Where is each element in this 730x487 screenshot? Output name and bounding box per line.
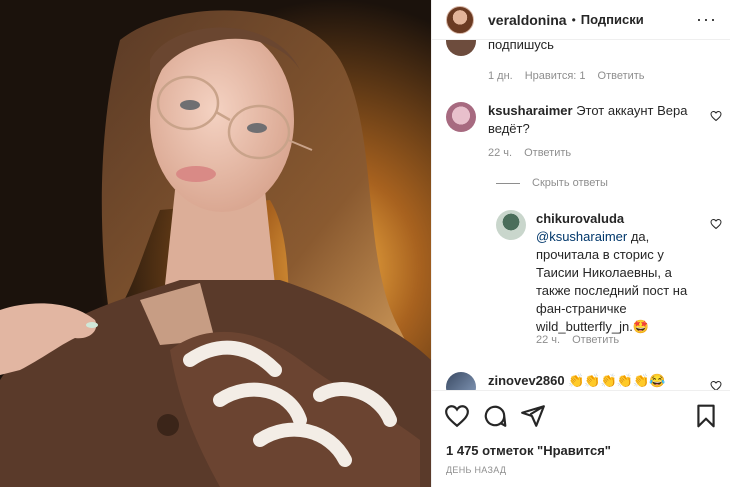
comment-body: zinovev2860 👏👏👏👏👏😂 <box>488 372 703 390</box>
hide-replies-button[interactable]: Скрыть ответы <box>496 177 608 189</box>
more-options-icon[interactable]: ··· <box>696 9 717 30</box>
reply-body: chikurovaluda @ksusharaimer да, прочитал… <box>536 210 704 336</box>
comment-avatar[interactable] <box>446 372 476 390</box>
like-comment-heart-icon[interactable] <box>710 110 722 122</box>
comment-icon[interactable] <box>482 403 508 429</box>
post-date[interactable]: ДЕНЬ НАЗАД <box>446 465 506 475</box>
share-icon[interactable] <box>520 403 546 429</box>
comment-username[interactable]: zinovev2860 <box>488 373 565 388</box>
heart-icon[interactable] <box>444 403 470 429</box>
following-button[interactable]: Подписки <box>581 12 644 27</box>
author-username[interactable]: veraldonina <box>488 12 567 28</box>
comment-likes-count[interactable]: Нравится: 1 <box>525 70 586 82</box>
author-avatar[interactable] <box>446 5 474 34</box>
likes-count[interactable]: 1 475 отметок "Нравится" <box>446 443 611 458</box>
post-header: veraldonina • Подписки ··· <box>432 0 730 40</box>
comment-time: 1 дн. <box>488 70 513 82</box>
reply-emoji: 🤩 <box>632 319 650 334</box>
reply-meta: 22 ч. Ответить <box>536 334 619 346</box>
post-viewer: veraldonina • Подписки ··· подпишусь 1 д… <box>0 0 730 487</box>
post-actions-bar <box>432 390 730 440</box>
reply-button[interactable]: Ответить <box>598 70 645 82</box>
reply-mention[interactable]: @ksusharaimer <box>536 229 627 244</box>
reply-button[interactable]: Ответить <box>572 334 619 346</box>
comment-avatar[interactable] <box>446 40 476 56</box>
reply-username[interactable]: chikurovaluda <box>536 211 624 226</box>
comment-username[interactable]: ksusharaimer <box>488 103 573 118</box>
portrait-image <box>0 0 431 487</box>
separator-dot: • <box>571 12 576 27</box>
reply-avatar[interactable] <box>496 210 526 240</box>
reply-text: да, прочитала в сторис у Таисии Николаев… <box>536 229 688 334</box>
comment-time: 22 ч. <box>488 147 513 159</box>
like-reply-heart-icon[interactable] <box>710 218 722 230</box>
comment-meta: 22 ч. Ответить <box>488 147 571 159</box>
post-photo[interactable] <box>0 0 431 487</box>
bookmark-icon[interactable] <box>693 403 719 429</box>
comment-body: ksusharaimer Этот аккаунт Вера ведёт? <box>488 102 698 138</box>
comments-list[interactable]: подпишусь 1 дн. Нравится: 1 Ответить ksu… <box>432 40 730 390</box>
comment-text: подпишусь <box>488 40 554 52</box>
comment-meta: 1 дн. Нравится: 1 Ответить <box>488 70 645 82</box>
reply-time: 22 ч. <box>536 334 561 346</box>
hide-replies-label: Скрыть ответы <box>532 177 608 189</box>
divider-line <box>496 182 520 184</box>
post-side-panel: veraldonina • Подписки ··· подпишусь 1 д… <box>431 0 730 487</box>
reply-button[interactable]: Ответить <box>524 147 571 159</box>
like-comment-heart-icon[interactable] <box>710 380 722 390</box>
comment-text: 👏👏👏👏👏😂 <box>568 373 666 388</box>
comment-avatar[interactable] <box>446 102 476 132</box>
